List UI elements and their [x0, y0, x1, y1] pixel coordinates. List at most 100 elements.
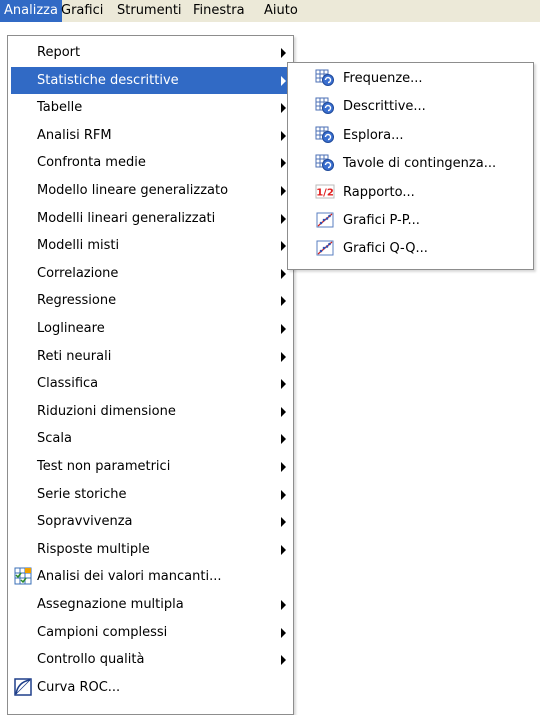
submenu-item-label: Grafici Q-Q...	[343, 241, 428, 257]
menu-item-test-non-parametrici[interactable]: Test non parametrici	[11, 453, 290, 480]
menu-bar: Analizza Grafici Strumenti Finestra Aiut…	[0, 0, 540, 22]
menu-item-label: Confronta medie	[37, 155, 146, 171]
submenu-item-label: Rapporto...	[343, 184, 415, 200]
ratio-icon: 1/2	[315, 183, 335, 201]
menu-item-label: Loglineare	[37, 321, 105, 336]
explore-icon	[315, 126, 335, 144]
submenu-arrow-icon	[281, 324, 286, 334]
submenu-item-label: Descrittive...	[343, 99, 426, 115]
submenu-arrow-icon	[281, 655, 286, 666]
missing-values-icon	[14, 567, 32, 585]
menu-item-label: Scala	[37, 431, 72, 447]
menu-item-tabelle[interactable]: Tabelle	[11, 94, 290, 121]
menu-aiuto[interactable]: Aiuto	[260, 0, 302, 22]
menu-item-label: Serie storiche	[37, 486, 127, 502]
menu-item-assegnazione-multipla[interactable]: Assegnazione multipla	[11, 591, 290, 618]
submenu-arrow-icon	[281, 489, 286, 500]
menu-item-analisi-dei-valori-mancanti[interactable]: Analisi dei valori mancanti...	[11, 563, 290, 590]
menu-item-reti-neurali[interactable]: Reti neurali	[11, 343, 290, 370]
menu-item-label: Analisi RFM	[37, 127, 112, 143]
menu-item-report[interactable]: Report	[11, 39, 290, 66]
menu-item-label: Regressione	[37, 293, 117, 309]
submenu-arrow-icon	[281, 158, 286, 169]
menu-item-scala[interactable]: Scala	[11, 425, 290, 452]
svg-text:1/2: 1/2	[316, 187, 334, 198]
menu-item-statistiche-descrittive[interactable]: Statistiche descrittive	[11, 66, 290, 94]
menu-item-label: Modelli lineari generalizzati	[37, 210, 216, 226]
menu-item-correlazione[interactable]: Correlazione	[11, 260, 290, 287]
submenu-item-grafici-q-q[interactable]: Grafici Q-Q...	[291, 235, 530, 262]
submenu-arrow-icon	[281, 406, 286, 417]
submenu-arrow-icon	[281, 213, 286, 224]
menu-item-label: Correlazione	[37, 265, 119, 281]
pp-plot-icon	[315, 211, 335, 229]
menu-item-label: Assegnazione multipla	[37, 597, 184, 612]
menu-item-risposte-multiple[interactable]: Risposte multiple	[11, 536, 290, 563]
submenu-arrow-icon	[281, 600, 286, 610]
menu-item-modelli-misti[interactable]: Modelli misti	[11, 232, 290, 259]
submenu-arrow-icon	[281, 241, 286, 252]
submenu-arrow-icon	[281, 130, 286, 141]
menu-item-label: Classifica	[37, 376, 99, 392]
submenu-item-label: Esplora...	[343, 127, 404, 143]
menu-grafici[interactable]: Grafici	[57, 0, 107, 22]
menu-item-classifica[interactable]: Classifica	[11, 370, 290, 397]
submenu-item-frequenze[interactable]: Frequenze...	[291, 65, 530, 92]
menu-item-modello-lineare-generalizzato[interactable]: Modello lineare generalizzato	[11, 177, 290, 204]
menu-item-sopravvivenza[interactable]: Sopravvivenza	[11, 508, 290, 535]
submenu-arrow-icon	[281, 379, 286, 390]
submenu-item-label: Grafici P-P...	[343, 213, 420, 228]
submenu-item-tavole-di-contingenza[interactable]: Tavole di contingenza...	[291, 150, 530, 177]
menu-item-label: Reti neurali	[37, 348, 112, 364]
menu-item-label: Statistiche descrittive	[37, 72, 179, 88]
menu-item-label: Curva ROC...	[37, 679, 121, 695]
submenu-arrow-icon	[281, 434, 286, 445]
submenu-arrow-icon	[281, 462, 286, 472]
menu-item-analisi-rfm[interactable]: Analisi RFM	[11, 122, 290, 149]
submenu-arrow-icon	[281, 48, 286, 58]
menu-item-label: Riduzioni dimensione	[37, 403, 176, 419]
menu-item-label: Test non parametrici	[37, 459, 171, 474]
roc-curve-icon	[14, 678, 32, 696]
menu-item-curva-roc[interactable]: Curva ROC...	[11, 674, 290, 701]
submenu-item-descrittive[interactable]: Descrittive...	[291, 93, 530, 120]
menu-item-modelli-lineari-generalizzati[interactable]: Modelli lineari generalizzati	[11, 205, 290, 232]
submenu-item-rapporto[interactable]: 1/2 Rapporto...	[291, 179, 530, 206]
analizza-dropdown-menu: Report Statistiche descrittive Tabelle Anal…	[7, 35, 294, 715]
menu-finestra[interactable]: Finestra	[189, 0, 249, 22]
menu-item-label: Modelli misti	[37, 238, 120, 254]
menu-item-confronta-medie[interactable]: Confronta medie	[11, 149, 290, 176]
menu-item-riduzioni-dimensione[interactable]: Riduzioni dimensione	[11, 398, 290, 425]
menu-item-label: Modello lineare generalizzato	[37, 183, 229, 198]
menu-analizza[interactable]: Analizza	[0, 0, 62, 22]
menu-item-label: Sopravvivenza	[37, 514, 133, 530]
submenu-item-grafici-p-p[interactable]: Grafici P-P...	[291, 207, 530, 234]
submenu-arrow-icon	[281, 268, 286, 279]
menu-item-controllo-qualit[interactable]: Controllo qualità	[11, 646, 290, 673]
statistiche-descrittive-submenu: Frequenze... Descrittive... Esplora... Tavo…	[287, 62, 534, 270]
submenu-arrow-icon	[281, 186, 286, 196]
submenu-item-label: Frequenze...	[343, 71, 423, 86]
submenu-arrow-icon	[281, 351, 286, 362]
submenu-arrow-icon	[281, 627, 286, 638]
submenu-arrow-icon	[281, 75, 286, 86]
qq-plot-icon	[315, 239, 335, 257]
menu-item-label: Campioni complessi	[37, 624, 168, 640]
menu-item-label: Tabelle	[37, 100, 83, 116]
submenu-item-label: Tavole di contingenza...	[343, 156, 497, 172]
menu-item-label: Controllo qualità	[37, 652, 145, 668]
submenu-item-esplora[interactable]: Esplora...	[291, 122, 530, 149]
menu-item-campioni-complessi[interactable]: Campioni complessi	[11, 619, 290, 646]
menu-item-serie-storiche[interactable]: Serie storiche	[11, 481, 290, 508]
submenu-arrow-icon	[281, 544, 286, 555]
menu-strumenti[interactable]: Strumenti	[113, 0, 186, 22]
menu-item-loglineare[interactable]: Loglineare	[11, 315, 290, 342]
submenu-arrow-icon	[281, 517, 286, 528]
submenu-arrow-icon	[281, 296, 286, 307]
menu-item-label: Risposte multiple	[37, 541, 150, 557]
menu-item-regressione[interactable]: Regressione	[11, 287, 290, 314]
frequencies-icon	[315, 69, 335, 87]
menu-item-label: Report	[37, 45, 81, 60]
submenu-arrow-icon	[281, 103, 286, 114]
crosstabs-icon	[315, 154, 335, 172]
